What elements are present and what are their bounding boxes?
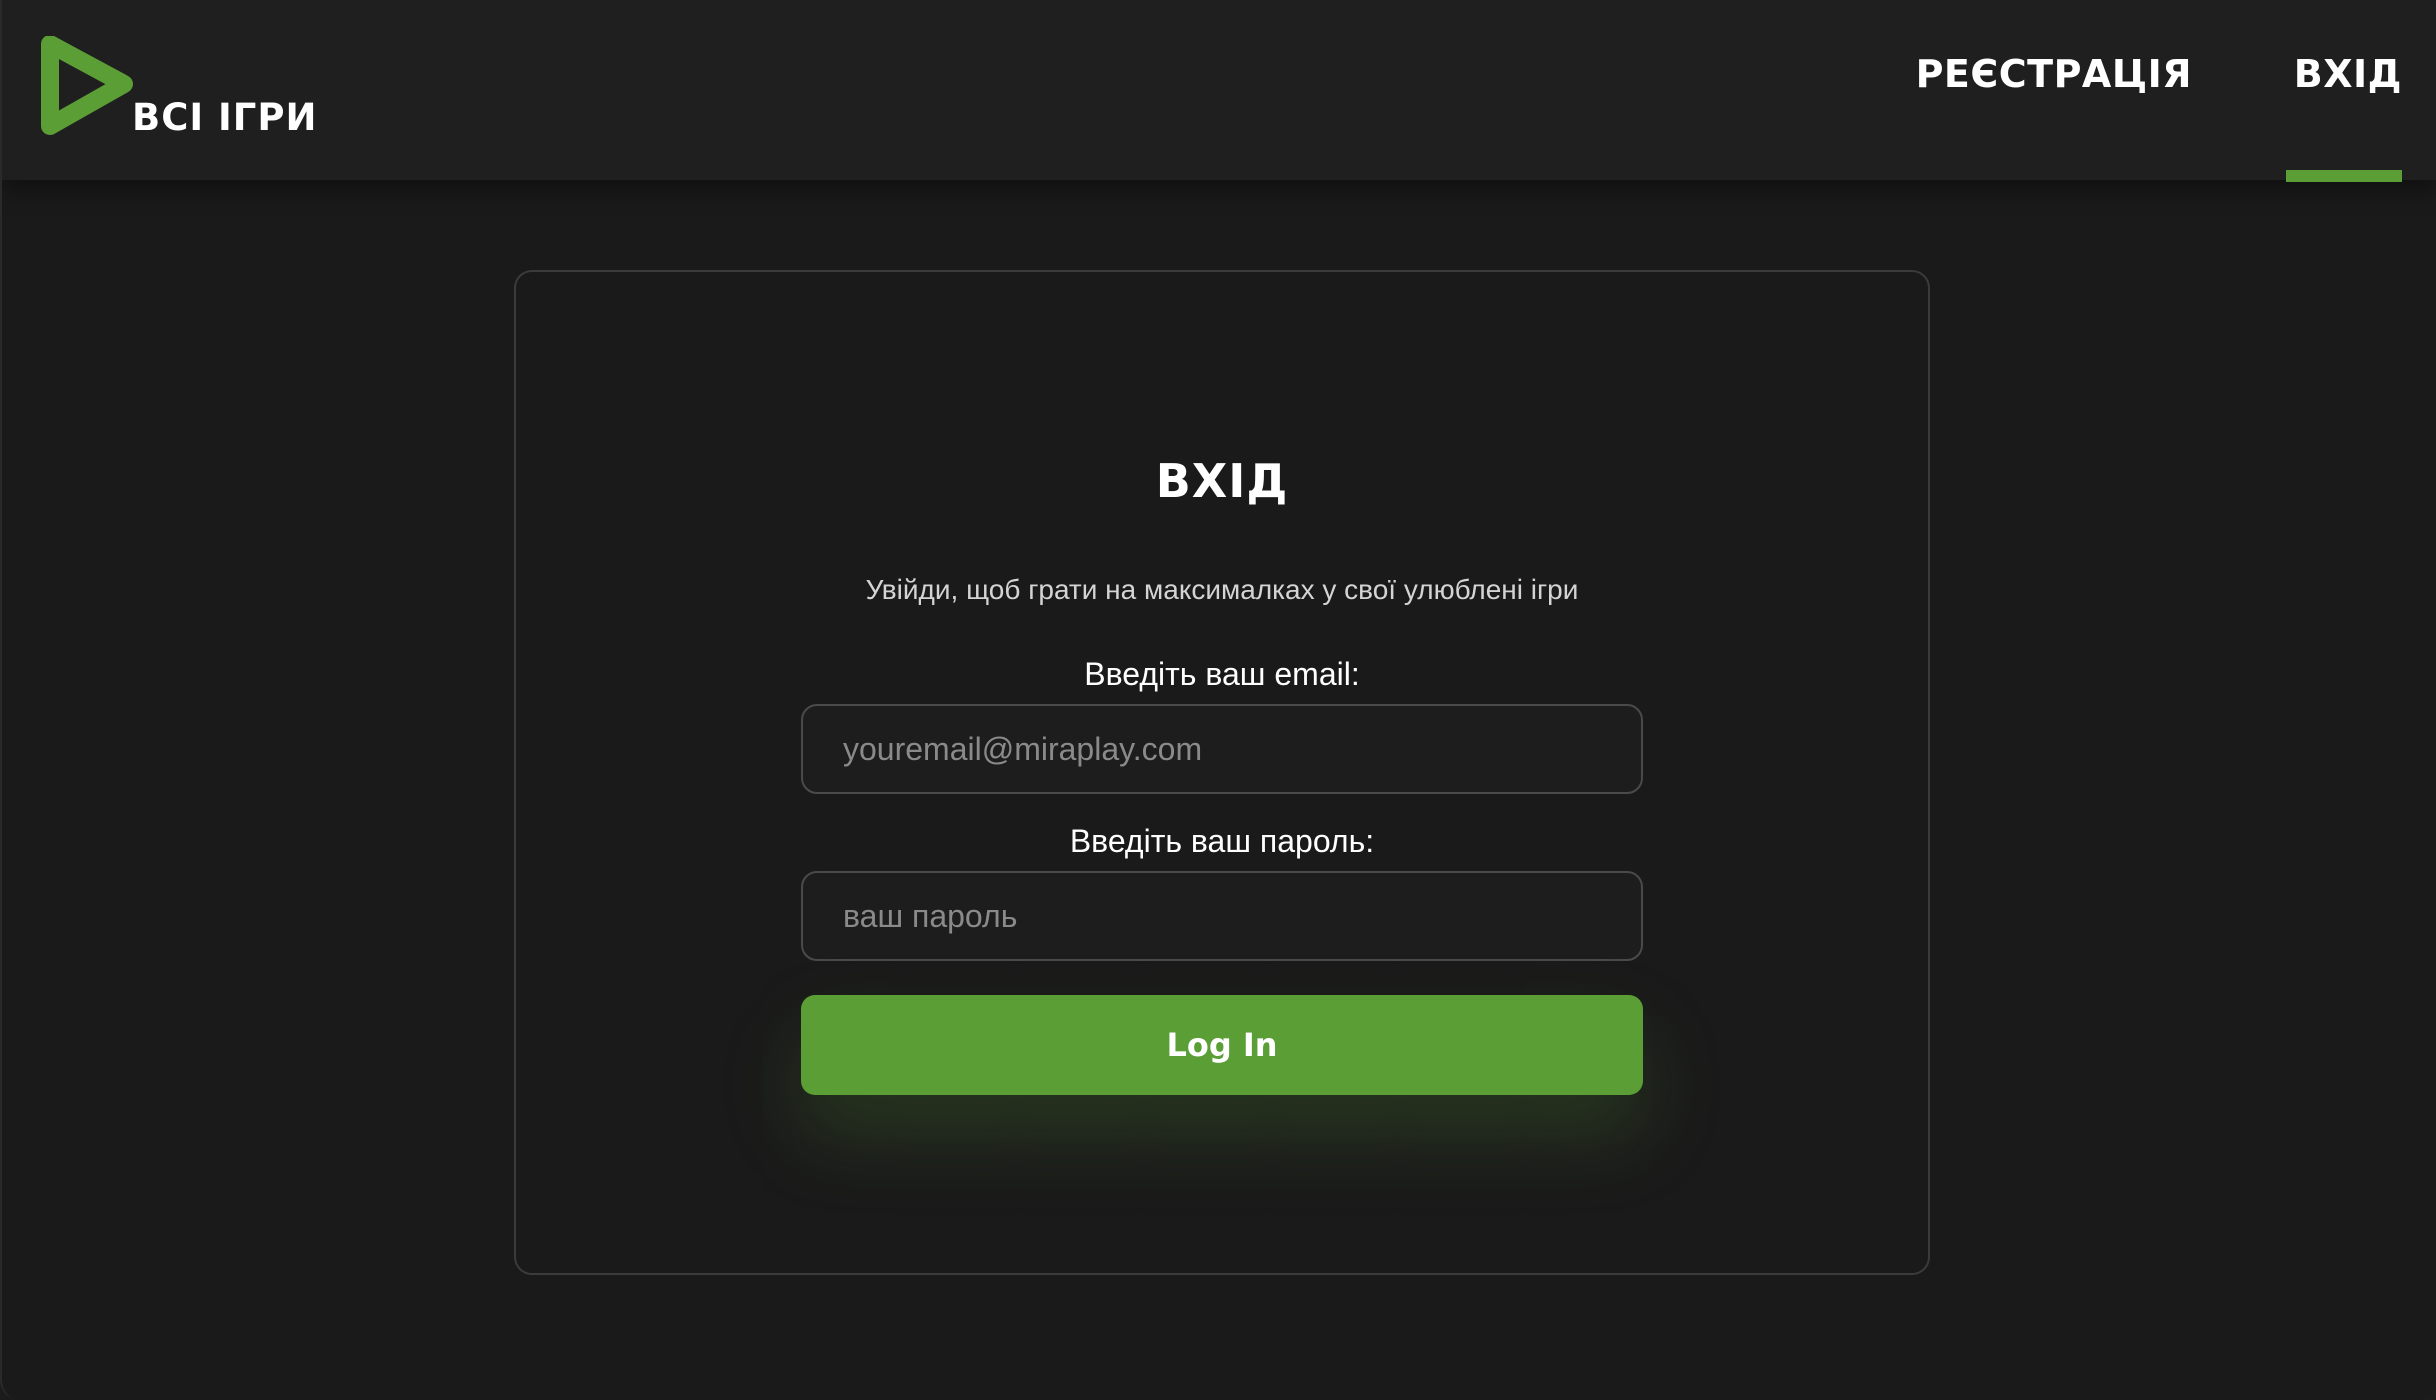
login-subtitle: Увійди, щоб грати на максималках у свої … <box>865 574 1579 605</box>
play-triangle-icon <box>41 36 133 135</box>
login-title: ВХІД <box>1155 454 1289 508</box>
login-card: ВХІД Увійди, щоб грати на максималках у … <box>514 270 1930 1275</box>
logo-home-link[interactable]: ВСІ ІГРИ <box>40 36 340 146</box>
login-button[interactable]: Log In <box>801 995 1643 1095</box>
active-nav-indicator <box>2286 170 2402 182</box>
password-label: Введіть ваш пароль: <box>1069 823 1375 859</box>
top-header: ВСІ ІГРИ РЕЄСТРАЦІЯ ВХІД <box>2 0 2436 182</box>
email-label: Введіть ваш email: <box>1084 656 1360 692</box>
nav-register-link[interactable]: РЕЄСТРАЦІЯ <box>1916 52 2192 96</box>
password-field[interactable] <box>801 871 1643 961</box>
email-field[interactable] <box>801 704 1643 794</box>
logo-text: ВСІ ІГРИ <box>132 96 318 139</box>
app-window: ВСІ ІГРИ РЕЄСТРАЦІЯ ВХІД ВХІД Увійди, що… <box>0 0 2436 1400</box>
nav-login-link[interactable]: ВХІД <box>2294 52 2402 96</box>
